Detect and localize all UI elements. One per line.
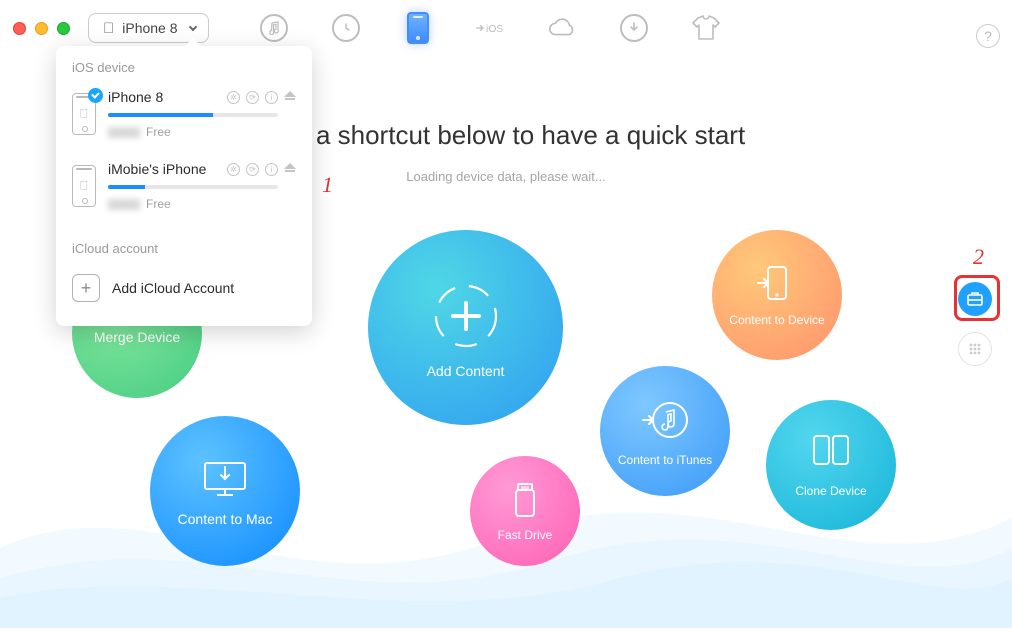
- briefcase-icon: [966, 291, 984, 307]
- storage-bar: [108, 185, 278, 189]
- download-icon: [620, 14, 648, 42]
- device-info: iMobie's iPhone ✲ ⟳ i Free: [108, 161, 296, 211]
- ios-device-section-title: iOS device: [56, 60, 312, 83]
- eject-icon[interactable]: [284, 163, 296, 169]
- apple-icon: : [80, 178, 89, 192]
- device-settings-icon[interactable]: ✲: [227, 163, 240, 176]
- storage-bar: [108, 113, 278, 117]
- cloud-icon: [547, 17, 577, 39]
- device-name-label: iMobie's iPhone: [108, 161, 227, 177]
- grid-icon: [968, 342, 982, 356]
- selected-check-icon: [88, 88, 103, 103]
- add-content-bubble[interactable]: Add Content: [368, 230, 563, 425]
- device-row[interactable]:  iMobie's iPhone ✲ ⟳ i Free: [56, 155, 312, 227]
- content-to-device-bubble[interactable]: Content to Device: [712, 230, 842, 360]
- device-info: iPhone 8 ✲ ⟳ i Free: [108, 89, 296, 139]
- bubble-label: Content to iTunes: [618, 453, 712, 467]
- content-to-mac-bubble[interactable]: Content to Mac: [150, 416, 300, 566]
- history-tab-button[interactable]: [331, 13, 361, 43]
- minimize-window-button[interactable]: [35, 22, 48, 35]
- clone-device-icon: [808, 432, 854, 476]
- content-to-itunes-icon: [640, 395, 690, 445]
- free-text: Free: [146, 197, 171, 211]
- close-window-button[interactable]: [13, 22, 26, 35]
- device-dropdown-panel: iOS device  iPhone 8 ✲ ⟳ i Free: [56, 46, 312, 326]
- chevron-down-icon: [188, 22, 196, 30]
- blurred-value: [108, 199, 140, 210]
- device-actions: ✲ ⟳ i: [227, 163, 296, 176]
- maximize-window-button[interactable]: [57, 22, 70, 35]
- music-note-icon: [260, 14, 288, 42]
- clone-device-bubble[interactable]: Clone Device: [766, 400, 896, 530]
- device-info-icon[interactable]: i: [265, 163, 278, 176]
- device-actions: ✲ ⟳ i: [227, 91, 296, 104]
- device-row[interactable]:  iPhone 8 ✲ ⟳ i Free: [56, 83, 312, 155]
- device-settings-icon[interactable]: ✲: [227, 91, 240, 104]
- device-name-label: iPhone 8: [108, 89, 227, 105]
- add-content-icon: [427, 277, 505, 355]
- eject-icon[interactable]: [284, 91, 296, 97]
- cloud-tab-button[interactable]: [547, 13, 577, 43]
- to-ios-icon: iOS: [475, 16, 505, 40]
- device-selector-label: iPhone 8: [122, 20, 177, 36]
- right-rail: [958, 282, 992, 366]
- toolbar-icons: iOS: [259, 13, 721, 43]
- content-to-mac-icon: [197, 455, 253, 503]
- device-refresh-icon[interactable]: ⟳: [246, 163, 259, 176]
- bubble-label: Content to Mac: [178, 511, 273, 527]
- fast-drive-bubble[interactable]: Fast Drive: [470, 456, 580, 566]
- device-thumb-icon: : [72, 165, 96, 207]
- blurred-value: [108, 127, 140, 138]
- device-thumb-icon: : [72, 93, 96, 135]
- skin-tab-button[interactable]: [691, 13, 721, 43]
- free-space-label: Free: [108, 125, 296, 139]
- bubble-label: Content to Device: [729, 313, 824, 327]
- bubble-label: Clone Device: [795, 484, 866, 498]
- svg-text:iOS: iOS: [486, 24, 503, 35]
- question-icon: ?: [984, 28, 992, 44]
- window-traffic-lights: [13, 22, 70, 35]
- apple-icon: : [103, 20, 114, 37]
- music-tab-button[interactable]: [259, 13, 289, 43]
- device-refresh-icon[interactable]: ⟳: [246, 91, 259, 104]
- history-icon: [332, 14, 360, 42]
- device-tab-button[interactable]: [403, 13, 433, 43]
- apple-icon: : [80, 106, 89, 120]
- help-button[interactable]: ?: [976, 24, 1000, 48]
- add-icloud-label: Add iCloud Account: [112, 280, 234, 296]
- toolbox-rail-button[interactable]: [958, 282, 992, 316]
- fast-drive-icon: [510, 480, 540, 520]
- content-to-itunes-bubble[interactable]: Content to iTunes: [600, 366, 730, 496]
- grid-rail-button[interactable]: [958, 332, 992, 366]
- download-tab-button[interactable]: [619, 13, 649, 43]
- top-bar:  iPhone 8 iOS: [0, 10, 1012, 46]
- free-text: Free: [146, 125, 171, 139]
- add-icloud-button[interactable]: + Add iCloud Account: [72, 266, 296, 310]
- plus-icon: +: [72, 274, 100, 302]
- device-info-icon[interactable]: i: [265, 91, 278, 104]
- phone-icon: [407, 12, 429, 44]
- content-to-device-icon: [756, 263, 798, 305]
- bubble-label: Merge Device: [94, 329, 180, 345]
- bubble-label: Fast Drive: [498, 528, 553, 542]
- free-space-label: Free: [108, 197, 296, 211]
- icloud-section-title: iCloud account: [56, 227, 312, 266]
- to-ios-tab-button[interactable]: iOS: [475, 13, 505, 43]
- tshirt-icon: [692, 15, 720, 41]
- tutorial-number-2: 2: [973, 244, 984, 270]
- bubble-label: Add Content: [427, 363, 505, 379]
